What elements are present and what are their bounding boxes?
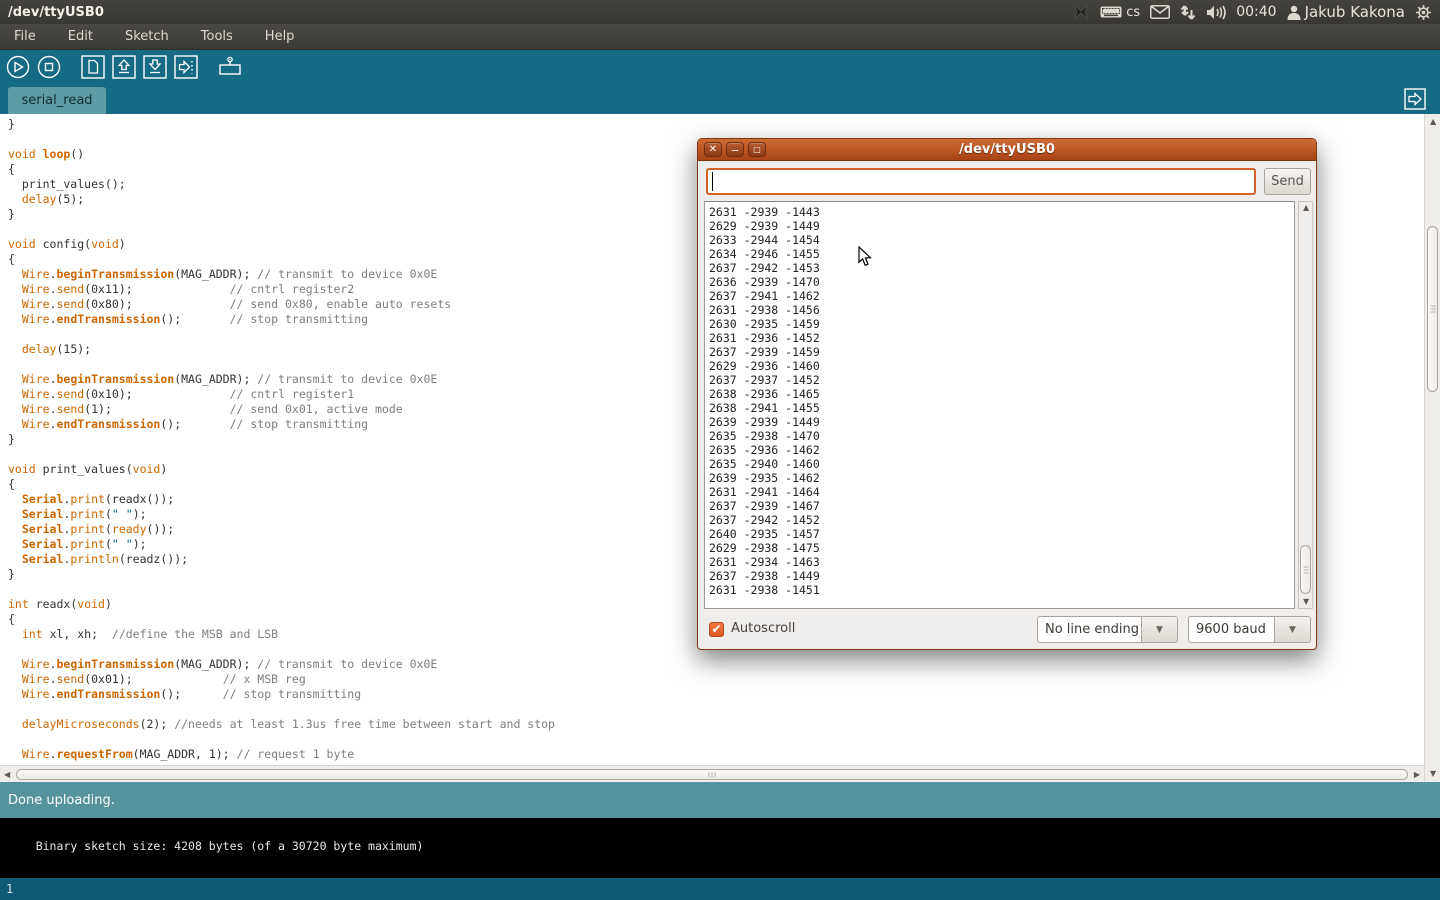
close-icon: ✕ bbox=[709, 145, 717, 155]
scroll-down-arrow-icon[interactable]: ▼ bbox=[1430, 770, 1436, 778]
autoscroll-checkbox[interactable]: ✔ bbox=[709, 622, 724, 637]
baud-rate-value: 9600 baud bbox=[1189, 617, 1274, 642]
menu-help[interactable]: Help bbox=[261, 27, 299, 46]
serial-input[interactable] bbox=[706, 168, 1256, 195]
maximize-icon: □ bbox=[753, 146, 761, 154]
session-menu[interactable] bbox=[1415, 4, 1432, 21]
serial-scroll-thumb[interactable] bbox=[1300, 545, 1311, 594]
scroll-left-arrow-icon[interactable]: ◀ bbox=[4, 771, 10, 779]
top-panel: /dev/ttyUSB0 cs 00:40 Jaku bbox=[0, 0, 1440, 24]
serial-monitor-icon bbox=[217, 55, 243, 79]
open-icon bbox=[112, 55, 136, 79]
serial-monitor-window: ✕ ─ □ /dev/ttyUSB0 Send 2631 -2939 -1443… bbox=[697, 138, 1317, 650]
serial-monitor-button[interactable] bbox=[217, 54, 243, 80]
tab-label: serial_read bbox=[21, 93, 92, 108]
verify-button[interactable] bbox=[5, 54, 31, 80]
minimize-icon: ─ bbox=[732, 147, 738, 157]
build-console: Binary sketch size: 4208 bytes (of a 307… bbox=[0, 818, 1440, 878]
editor-hscroll-thumb[interactable] bbox=[16, 769, 1408, 780]
menu-edit[interactable]: Edit bbox=[64, 27, 97, 46]
autoscroll-label: Autoscroll bbox=[731, 621, 795, 636]
save-icon bbox=[143, 55, 167, 79]
line-number-bar: 1 bbox=[0, 878, 1440, 900]
tab-menu-icon bbox=[1404, 88, 1426, 110]
toolbar bbox=[0, 50, 1440, 84]
line-ending-value: No line ending bbox=[1038, 617, 1141, 642]
updown-arrows-icon bbox=[1180, 5, 1196, 20]
tab-serial-read[interactable]: serial_read bbox=[8, 87, 106, 114]
serial-output-area[interactable]: 2631 -2939 -1443 2629 -2939 -1449 2633 -… bbox=[704, 201, 1295, 609]
keyboard-layout-indicator[interactable]: cs bbox=[1100, 5, 1140, 20]
save-button[interactable] bbox=[142, 54, 168, 80]
keyboard-icon bbox=[1100, 5, 1122, 19]
sound-indicator[interactable] bbox=[1206, 5, 1226, 20]
maximize-button[interactable]: □ bbox=[748, 142, 766, 157]
serial-output-text: 2631 -2939 -1443 2629 -2939 -1449 2633 -… bbox=[705, 202, 1294, 597]
verify-icon bbox=[6, 55, 30, 79]
upload-button[interactable] bbox=[173, 54, 199, 80]
new-sketch-button[interactable] bbox=[80, 54, 106, 80]
close-button[interactable]: ✕ bbox=[704, 142, 722, 157]
new-sketch-icon bbox=[81, 55, 105, 79]
editor-vscroll-thumb[interactable] bbox=[1427, 226, 1438, 392]
stop-icon bbox=[37, 55, 61, 79]
window-title: /dev/ttyUSB0 bbox=[8, 5, 104, 20]
speaker-icon bbox=[1206, 5, 1226, 20]
indicator-applet-icon[interactable] bbox=[1072, 4, 1090, 20]
status-bar: Done uploading. bbox=[0, 782, 1440, 818]
editor-horizontal-scrollbar[interactable]: ◀ ▶ bbox=[0, 765, 1424, 782]
minimize-button[interactable]: ─ bbox=[726, 142, 744, 157]
baud-rate-select[interactable]: 9600 baud ▼ bbox=[1188, 616, 1311, 643]
serial-scrollbar[interactable]: ▲ ▼ bbox=[1298, 201, 1313, 609]
user-icon bbox=[1287, 5, 1301, 20]
menu-sketch[interactable]: Sketch bbox=[121, 27, 173, 46]
text-caret bbox=[712, 172, 713, 191]
desktop: /dev/ttyUSB0 cs 00:40 Jaku bbox=[0, 0, 1440, 900]
clock[interactable]: 00:40 bbox=[1236, 4, 1276, 20]
stop-button[interactable] bbox=[36, 54, 62, 80]
serial-window-title: /dev/ttyUSB0 bbox=[698, 142, 1316, 157]
send-button-label: Send bbox=[1271, 174, 1304, 189]
status-message: Done uploading. bbox=[8, 793, 115, 808]
gear-icon bbox=[1415, 4, 1432, 21]
messaging-menu[interactable] bbox=[1150, 5, 1170, 19]
chevron-down-icon[interactable]: ▼ bbox=[1274, 617, 1310, 642]
keyboard-layout-label: cs bbox=[1126, 5, 1140, 20]
menu-bar: File Edit Sketch Tools Help bbox=[0, 24, 1440, 50]
envelope-icon bbox=[1150, 5, 1170, 19]
line-number: 1 bbox=[6, 882, 13, 896]
serial-titlebar[interactable]: ✕ ─ □ /dev/ttyUSB0 bbox=[698, 139, 1316, 161]
console-text: Binary sketch size: 4208 bytes (of a 307… bbox=[36, 839, 424, 853]
send-button[interactable]: Send bbox=[1264, 168, 1311, 195]
serial-controls: ✔ Autoscroll No line ending ▼ 9600 baud … bbox=[698, 609, 1316, 650]
user-name-label: Jakub Kakona bbox=[1305, 3, 1405, 21]
system-tray: cs 00:40 Jakub Kakona bbox=[1072, 3, 1440, 21]
mouse-cursor bbox=[858, 246, 872, 271]
menu-tools[interactable]: Tools bbox=[197, 27, 237, 46]
checkmark-icon: ✔ bbox=[711, 622, 721, 636]
serial-scroll-up-icon[interactable]: ▲ bbox=[1303, 204, 1309, 212]
tab-strip: serial_read bbox=[0, 84, 1440, 114]
scroll-right-arrow-icon[interactable]: ▶ bbox=[1414, 771, 1420, 779]
user-menu[interactable]: Jakub Kakona bbox=[1287, 3, 1405, 21]
network-indicator[interactable] bbox=[1180, 5, 1196, 20]
serial-input-row: Send bbox=[698, 161, 1316, 203]
scroll-up-arrow-icon[interactable]: ▲ bbox=[1430, 118, 1436, 126]
serial-scroll-down-icon[interactable]: ▼ bbox=[1303, 598, 1309, 606]
upload-icon bbox=[174, 55, 198, 79]
line-ending-select[interactable]: No line ending ▼ bbox=[1037, 616, 1178, 643]
open-button[interactable] bbox=[111, 54, 137, 80]
editor-vertical-scrollbar[interactable]: ▲ ▼ bbox=[1424, 114, 1440, 782]
chevron-down-icon[interactable]: ▼ bbox=[1141, 617, 1177, 642]
tab-menu-button[interactable] bbox=[1404, 88, 1426, 110]
clock-label: 00:40 bbox=[1236, 4, 1276, 20]
menu-file[interactable]: File bbox=[10, 27, 40, 46]
